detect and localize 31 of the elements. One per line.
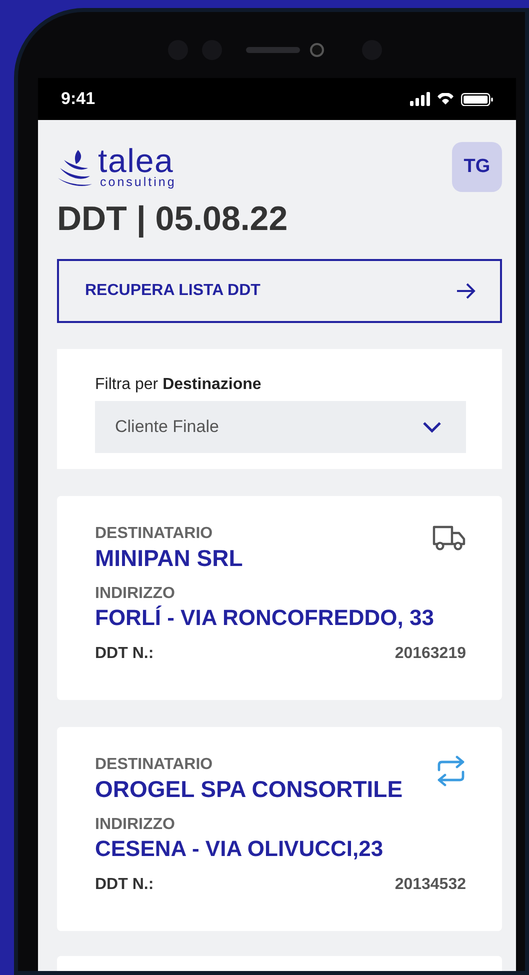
destination-select[interactable]: Cliente Finale xyxy=(95,401,466,453)
speaker-grille xyxy=(246,47,300,53)
logo-wordmark: talea xyxy=(98,146,175,176)
arrow-right-icon xyxy=(456,282,476,300)
recipient-label: DESTINATARIO xyxy=(95,755,214,775)
chevron-down-icon xyxy=(422,421,442,433)
page-title: DDT | 05.08.22 xyxy=(57,199,289,240)
battery-icon xyxy=(461,92,493,106)
front-camera xyxy=(310,43,324,57)
address-text: FORLÍ - VIA RONCOFREDDO, 33 xyxy=(95,604,435,632)
logo-tagline: consulting xyxy=(100,176,176,188)
recipient-label: DESTINATARIO xyxy=(95,524,214,544)
address-label: INDIRIZZO xyxy=(95,815,176,835)
user-avatar[interactable]: TG xyxy=(452,142,502,192)
ddt-number: 20134532 xyxy=(394,875,466,895)
recipient-name: OROGEL SPA CONSORTILE xyxy=(95,775,403,803)
recipient-name: MINIPAN SRL xyxy=(95,544,243,572)
ddt-number-label: DDT N.: xyxy=(95,644,154,664)
truck-icon xyxy=(432,524,466,552)
swap-arrows-icon xyxy=(436,755,466,787)
ddt-number: 20163219 xyxy=(394,644,466,664)
ddt-number-label: DDT N.: xyxy=(95,875,154,895)
delivery-note-card[interactable]: DESTINATARIO MINIPAN SRL INDIRIZZO FORLÍ - VIA RONCOFREDDO, 33 DDT N.: 20163219 xyxy=(57,496,502,700)
address-text: CESENA - VIA OLIVUCCI,23 xyxy=(95,835,384,863)
address-label: INDIRIZZO xyxy=(95,584,176,604)
signal-icon xyxy=(410,92,430,106)
retrieve-list-button[interactable]: RECUPERA LISTA DDT xyxy=(57,259,502,323)
filter-label: Filtra per Destinazione xyxy=(95,375,262,395)
wifi-icon xyxy=(437,93,454,105)
status-time: 9:41 xyxy=(61,88,96,110)
delivery-note-card[interactable]: DESTINATARIO OROGEL SPA CONSORTILE INDIRIZZO CESENA - VIA OLIVUCCI,23 DDT N.: 20134532 xyxy=(57,727,502,931)
